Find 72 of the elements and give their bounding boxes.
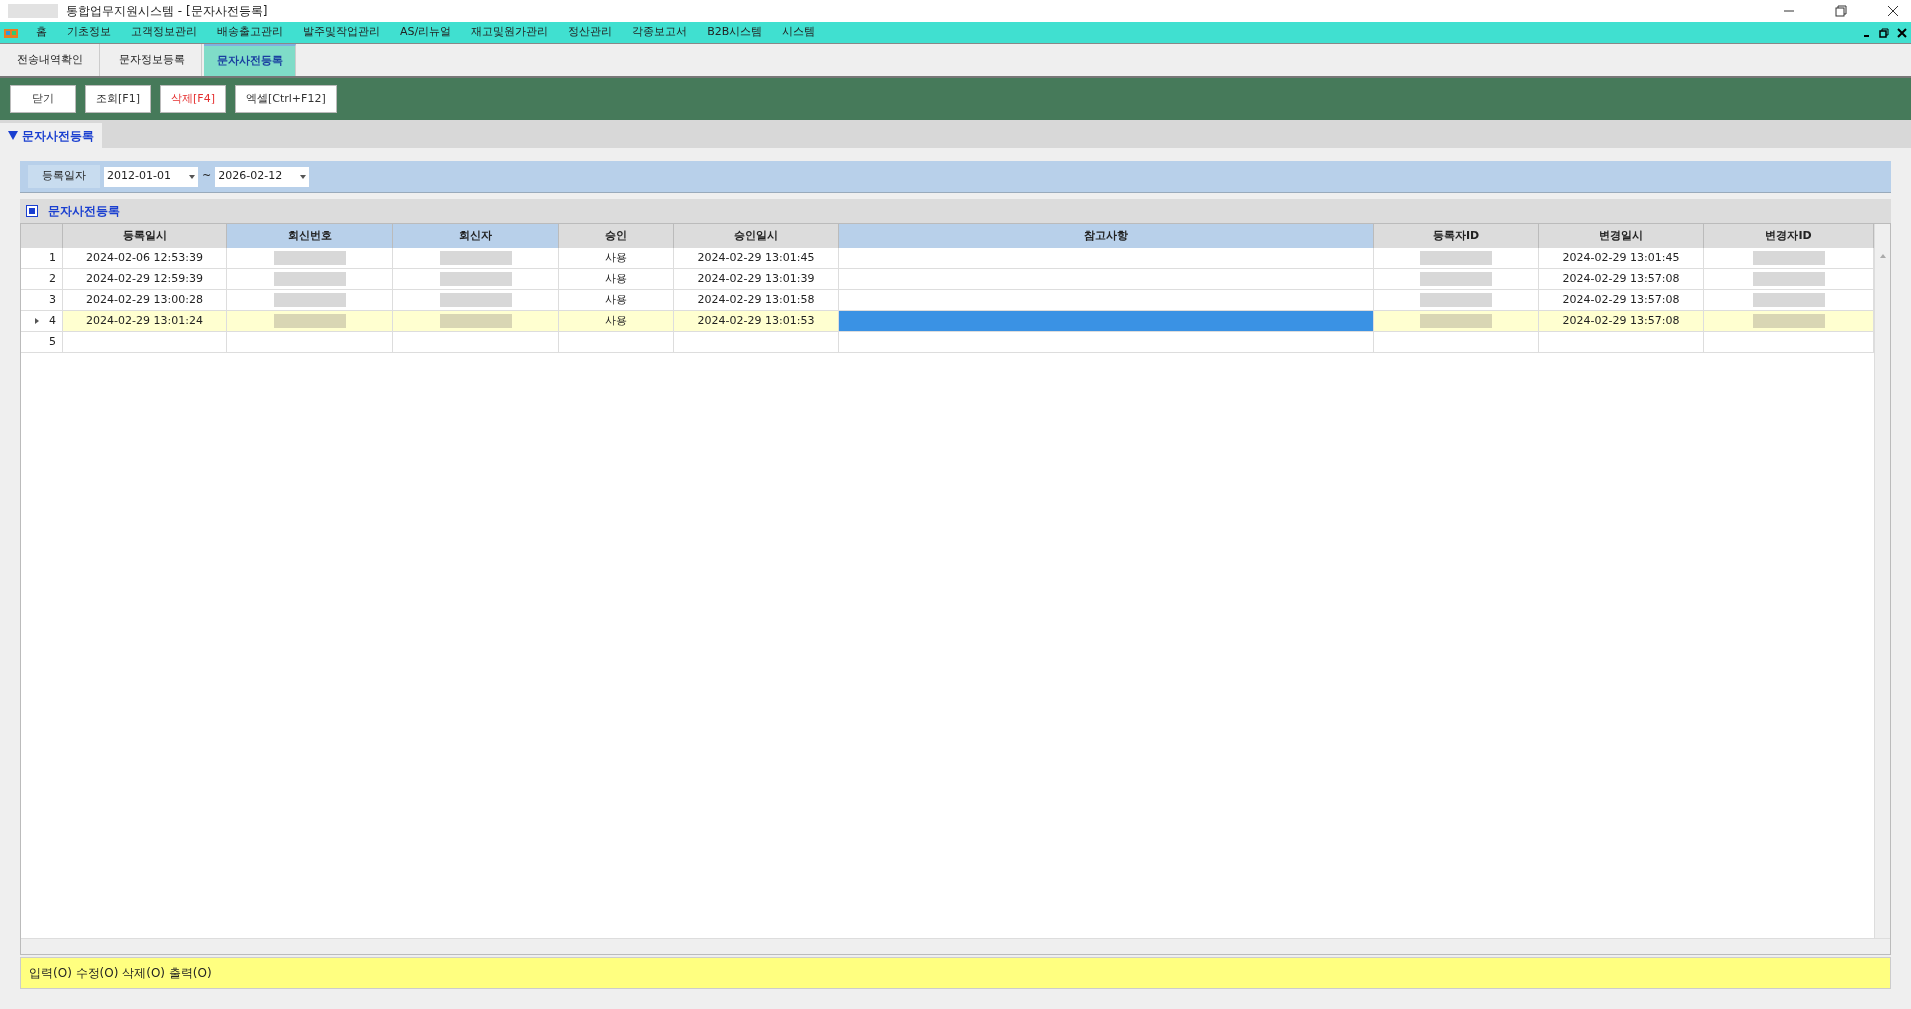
close-icon [1887, 5, 1899, 17]
table-cell[interactable]: 2024-02-29 13:01:58 [674, 290, 839, 310]
range-separator: ~ [202, 168, 212, 185]
section-tab[interactable]: 문자사전등록 [0, 123, 102, 148]
row-number: 3 [49, 291, 56, 308]
menu-item[interactable]: 기초정보 [57, 24, 121, 41]
toolbar-button[interactable]: 닫기 [10, 85, 76, 113]
status-text: 입력(O) 수정(O) 삭제(O) 출력(O) [29, 965, 212, 982]
toolbar-button[interactable]: 엑셀[Ctrl+F12] [235, 85, 337, 113]
grid-title: 문자사전등록 [48, 203, 120, 220]
current-row-icon [35, 318, 39, 324]
row-header[interactable]: 4 [21, 311, 63, 331]
table-cell[interactable]: 사용 [559, 269, 674, 289]
menu-item[interactable]: B2B시스템 [697, 24, 773, 41]
grid-row[interactable]: 4 2024-02-29 13:01:24 사용 2024-02-29 13:01:53 2024-02-29 13:57:08 [21, 311, 1874, 332]
menu-item[interactable]: 홈 [26, 24, 57, 41]
redacted-block [1420, 293, 1492, 307]
menu-item[interactable]: 재고및원가관리 [461, 24, 559, 41]
dropdown-caret-icon [189, 174, 195, 179]
collapse-caret-icon [8, 131, 18, 140]
column-header[interactable]: 회신번호 [227, 224, 393, 248]
row-number: 4 [49, 312, 56, 329]
menu-item[interactable]: 배송출고관리 [207, 24, 293, 41]
table-cell[interactable]: 2024-02-29 13:00:28 [63, 290, 227, 310]
table-cell[interactable]: 2024-02-29 13:57:08 [1539, 290, 1704, 310]
table-cell[interactable]: 2024-02-29 12:59:39 [63, 269, 227, 289]
toolbar-button[interactable]: 삭제[F4] [160, 85, 226, 113]
redacted-block [1420, 314, 1492, 328]
window-title: 통합업무지원시스템 - [문자사전등록] [66, 3, 268, 20]
section-title: 문자사전등록 [22, 127, 94, 145]
toolbar-button[interactable]: 조회[F1] [85, 85, 151, 113]
grid-row[interactable]: 2 2024-02-29 12:59:39 사용 2024-02-29 13:01:39 2024-02-29 13:57:08 [21, 269, 1874, 290]
grid-row[interactable]: 1 2024-02-06 12:53:39 사용 2024-02-29 13:01:45 2024-02-29 13:01:45 [21, 248, 1874, 269]
column-header[interactable]: 회신자 [393, 224, 559, 248]
scroll-up-icon[interactable] [1879, 254, 1886, 258]
close-icon[interactable] [1897, 27, 1907, 38]
table-cell[interactable]: 2024-02-29 13:01:45 [1539, 248, 1704, 268]
row-number: 2 [49, 270, 56, 287]
vertical-scrollbar[interactable] [1874, 224, 1890, 938]
date-field[interactable]: 2012-01-01 [104, 166, 198, 187]
table-cell[interactable]: 2024-02-29 13:01:39 [674, 269, 839, 289]
menu-item[interactable]: 발주및작업관리 [293, 24, 390, 41]
menu-item[interactable]: AS/리뉴얼 [390, 24, 462, 41]
table-cell[interactable]: 2024-02-29 13:57:08 [1539, 311, 1704, 331]
table-cell[interactable]: 2024-02-29 13:57:08 [1539, 269, 1704, 289]
table-cell[interactable]: 사용 [559, 311, 674, 331]
table-cell[interactable]: 2024-02-29 13:01:45 [674, 248, 839, 268]
restore-icon[interactable] [1879, 27, 1889, 38]
table-cell[interactable]: 2024-02-29 13:01:24 [63, 311, 227, 331]
table-cell[interactable]: 사용 [559, 290, 674, 310]
restore-icon [1835, 5, 1847, 17]
menu-item[interactable]: 각종보고서 [622, 24, 698, 41]
grid-icon [26, 205, 38, 217]
grid-row[interactable]: 5 [21, 332, 1874, 353]
menu-item[interactable]: 고객정보관리 [121, 24, 207, 41]
redacted-block [1420, 272, 1492, 286]
dropdown-caret-icon [300, 174, 307, 179]
selected-cell[interactable] [839, 311, 1374, 331]
table-cell[interactable]: 사용 [559, 248, 674, 268]
app-menu-icon[interactable] [4, 26, 18, 39]
redacted-block [1420, 251, 1492, 265]
filter-label: 등록일자 [28, 165, 100, 188]
horizontal-scrollbar[interactable] [21, 938, 1890, 954]
grid-row[interactable]: 3 2024-02-29 13:00:28 사용 2024-02-29 13:01:58 2024-02-29 13:57:08 [21, 290, 1874, 311]
column-header[interactable]: 참고사항 [839, 224, 1374, 248]
menu-item[interactable]: 시스템 [772, 24, 826, 41]
table-cell[interactable]: 2024-02-06 12:53:39 [63, 248, 227, 268]
menu-item[interactable]: 정산관리 [558, 24, 623, 41]
row-number: 5 [49, 333, 56, 350]
date-field[interactable]: 2026-02-12 [215, 166, 310, 187]
tab[interactable]: 문자사전등록 [204, 44, 296, 76]
row-number: 1 [49, 249, 56, 266]
